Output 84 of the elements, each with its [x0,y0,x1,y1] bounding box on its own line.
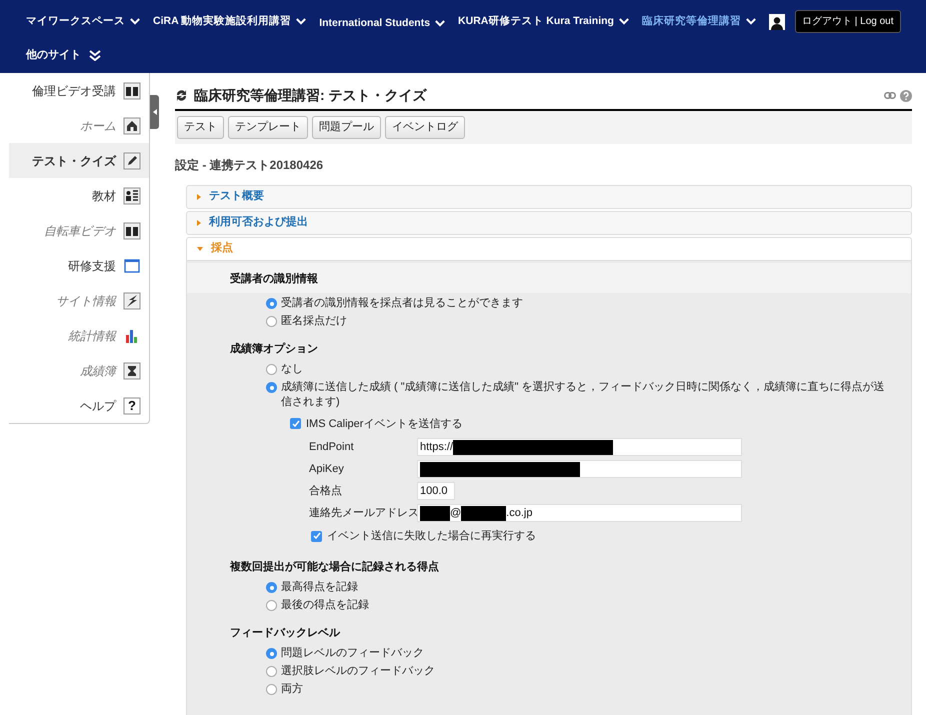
radio-button[interactable] [266,684,277,695]
sidebar-item[interactable]: ホーム [9,108,149,143]
section-header[interactable]: テスト概要 [186,184,912,208]
sidebar-item[interactable]: 研修支援 [9,248,149,283]
sidebar-item[interactable]: 統計情報 [9,318,149,353]
section-heading: 成績簿オプション [230,342,318,358]
sidebar-item[interactable]: 成績簿 [9,353,149,388]
page-title: 臨床研究等倫理講習: テスト・クイズ [194,86,427,105]
hourglass-icon [123,362,141,380]
redaction-bar [420,506,450,520]
caret-down-icon [197,246,203,250]
option-label: なし [281,362,303,377]
chevron-down-icon [435,20,446,27]
checkbox[interactable] [311,530,322,542]
page-subtitle: 設定 - 連携テスト20180426 [175,156,324,174]
toolbar-button[interactable]: テスト [177,116,224,138]
book-icon [123,222,141,240]
chevron-down-icon [130,18,140,25]
site-tab[interactable]: マイワークスペース [26,14,140,30]
caret-right-icon [197,220,201,226]
checkbox[interactable] [290,418,301,430]
more-sites-button[interactable]: 他のサイト [26,47,101,64]
radio-button[interactable] [266,648,277,659]
people-icon [123,186,141,204]
sidebar-item[interactable]: 倫理ビデオ受講 [9,73,149,108]
option-label: 匿名採点だけ [281,314,347,329]
option-label: 受講者の識別情報を採点者は見ることができます [281,296,523,311]
radio-button[interactable] [266,582,277,593]
site-tab[interactable]: CiRA 動物実験施設利用講習 [153,14,306,30]
toolbar-button[interactable]: 問題プール [312,116,381,138]
option-label: 選択肢レベルのフィードバック [281,664,435,679]
chevron-down-icon [746,18,756,25]
sidebar-item[interactable]: ヘルプ ? [9,388,149,423]
option-label: IMS Caliperイベントを送信する [306,416,462,432]
field-label: 連絡先メールアドレス [309,506,417,521]
option-label: 両方 [281,682,303,697]
section-heading: 複数回提出が可能な場合に記録される得点 [230,560,439,576]
refresh-icon[interactable] [175,89,188,102]
section-heading: 受講者の識別情報 [230,272,318,288]
field-label: ApiKey [309,462,345,477]
radio-button[interactable] [266,666,277,677]
input-field[interactable]: @ .co.jp [417,504,742,522]
radio-button[interactable] [266,298,277,309]
site-tab[interactable]: International Students [319,16,446,32]
site-tab[interactable]: 臨床研究等倫理講習 [642,14,756,30]
user-icon[interactable] [768,14,785,30]
option-label: 問題レベルのフィードバック [281,646,424,661]
redaction-bar [461,506,506,520]
input-field[interactable] [417,460,742,478]
input-field[interactable]: https:// [417,438,742,456]
field-label: 合格点 [309,484,343,499]
caret-right-icon [197,194,201,200]
section-heading: フィードバックレベル [230,626,340,642]
sidebar-item[interactable]: サイト情報 [9,283,149,318]
help-icon: ? [123,396,141,414]
help-icon[interactable] [900,90,912,102]
home-icon [123,116,141,134]
collapse-handle[interactable] [150,95,159,129]
link-icon[interactable] [884,92,896,99]
sidebar-item[interactable]: テスト・クイズ [9,143,149,178]
section-header[interactable]: 利用可否および提出 [186,210,912,234]
sidebar-item[interactable]: 自転車ビデオ [9,213,149,248]
radio-button[interactable] [266,316,277,327]
site-tab[interactable]: KURA研修テスト Kura Training [458,14,629,30]
option-label: 成績簿に送信した成績 ( "成績簿に送信した成績" を選択すると，フィードバック日時に関係なく，成績簿に直ちに得点が送信されます) [281,380,886,410]
double-chevron-icon [89,50,101,61]
field-label: EndPoint [309,440,355,455]
input-field[interactable]: 100.0 [417,482,455,500]
radio-button[interactable] [266,364,277,375]
logout-button[interactable]: ログアウト | Log out [794,10,901,33]
option-label: 最後の得点を記録 [281,598,369,613]
book-icon [123,82,141,100]
sidebar-item[interactable]: 教材 [9,178,149,213]
radio-button[interactable] [266,600,277,611]
chevron-down-icon [618,18,629,25]
window-icon [123,256,141,274]
toolbar-button[interactable]: テンプレート [228,116,308,138]
option-label: イベント送信に失敗した場合に再実行する [327,528,536,544]
radio-button[interactable] [266,382,277,393]
chevron-down-icon [296,18,306,25]
lightning-icon [123,292,141,310]
pencil-icon [123,152,141,170]
toolbar-button[interactable]: イベントログ [385,116,465,138]
option-label: 最高得点を記録 [281,580,358,595]
